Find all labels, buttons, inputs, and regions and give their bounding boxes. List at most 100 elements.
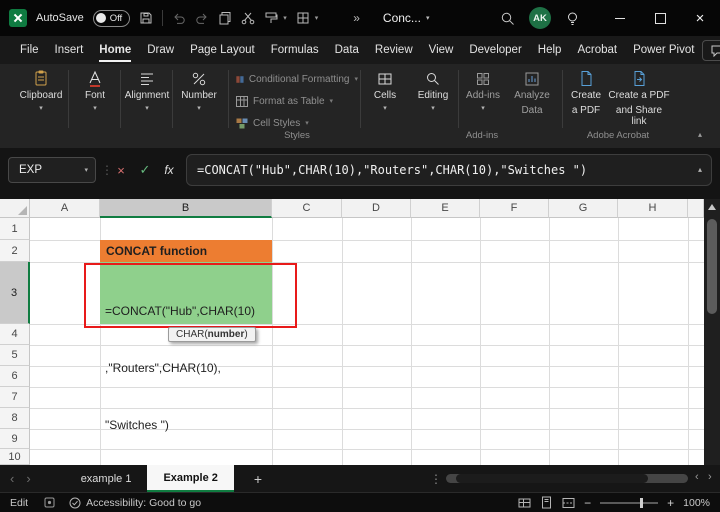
format-painter-icon[interactable] xyxy=(264,11,278,25)
row-header-4[interactable]: 4 xyxy=(0,324,30,345)
tab-power-pivot[interactable]: Power Pivot xyxy=(625,36,702,64)
column-header-g[interactable]: G xyxy=(549,199,618,218)
zoom-slider-handle[interactable] xyxy=(640,498,643,508)
row-header-9[interactable]: 9 xyxy=(0,429,30,449)
insert-function-button[interactable]: fx xyxy=(158,157,180,183)
scroll-up-button[interactable] xyxy=(704,199,720,215)
tab-insert[interactable]: Insert xyxy=(47,36,92,64)
column-header-e[interactable]: E xyxy=(411,199,480,218)
clipboard-group-button[interactable]: Clipboard ▾ xyxy=(18,69,64,113)
toolbar-overflow-icon[interactable]: » xyxy=(353,11,360,25)
horizontal-scrollbar-thumb[interactable] xyxy=(456,474,648,483)
create-pdf-share-button[interactable]: Create a PDF and Share link xyxy=(608,69,670,128)
column-header-f[interactable]: F xyxy=(480,199,549,218)
page-layout-view-icon[interactable] xyxy=(540,496,553,509)
zoom-level[interactable]: 100% xyxy=(683,497,710,509)
tab-developer[interactable]: Developer xyxy=(461,36,529,64)
row-header-6[interactable]: 6 xyxy=(0,366,30,387)
font-group-button[interactable]: Font ▾ xyxy=(72,69,118,113)
cut-icon[interactable] xyxy=(241,11,255,25)
select-all-button[interactable] xyxy=(0,199,30,218)
avatar[interactable]: AK xyxy=(529,7,551,29)
row-header-10[interactable]: 10 xyxy=(0,449,30,465)
tab-home[interactable]: Home xyxy=(91,36,139,64)
row-header-8[interactable]: 8 xyxy=(0,408,30,429)
column-header-partial[interactable] xyxy=(688,199,704,218)
conditional-formatting-button[interactable]: Conditional Formatting ▾ xyxy=(236,70,358,88)
formula-input[interactable]: =CONCAT("Hub",CHAR(10),"Routers",CHAR(10… xyxy=(186,154,712,186)
comments-button[interactable] xyxy=(702,40,720,61)
vertical-scrollbar-thumb[interactable] xyxy=(707,219,717,314)
tab-review[interactable]: Review xyxy=(367,36,421,64)
tab-formulas[interactable]: Formulas xyxy=(263,36,327,64)
close-button[interactable]: × xyxy=(680,0,720,36)
tab-draw[interactable]: Draw xyxy=(139,36,182,64)
row-header-5[interactable]: 5 xyxy=(0,345,30,366)
new-sheet-button[interactable]: + xyxy=(254,471,262,487)
analyze-data-button[interactable]: Analyze Data xyxy=(506,69,558,116)
idea-lightbulb-icon[interactable] xyxy=(565,11,580,26)
chevron-down-icon[interactable]: ▾ xyxy=(315,14,319,22)
column-header-a[interactable]: A xyxy=(30,199,100,218)
sheet-nav-left-icon[interactable]: ‹ xyxy=(10,471,14,486)
sheet-tab-example-2[interactable]: Example 2 xyxy=(147,465,233,492)
tab-page-layout[interactable]: Page Layout xyxy=(182,36,263,64)
cell-b3-editing[interactable]: =CONCAT("Hub",CHAR(10) ,"Routers",CHAR(1… xyxy=(100,262,272,324)
add-ins-button[interactable]: Add-ins ▾ xyxy=(460,69,506,113)
row-header-3[interactable]: 3 xyxy=(0,262,30,324)
sheet-tab-example-1[interactable]: example 1 xyxy=(65,465,148,492)
row-header-2[interactable]: 2 xyxy=(0,240,30,262)
vertical-scrollbar[interactable] xyxy=(704,199,720,465)
borders-icon[interactable] xyxy=(296,11,310,25)
collapse-ribbon-icon[interactable]: ▴ xyxy=(698,130,702,139)
tab-view[interactable]: View xyxy=(421,36,462,64)
scroll-right-button[interactable]: › xyxy=(708,471,712,483)
pdf-file-icon xyxy=(578,69,594,87)
editing-icon xyxy=(425,69,441,87)
sheet-nav-right-icon[interactable]: › xyxy=(26,471,30,486)
macro-record-icon[interactable] xyxy=(44,497,55,508)
tab-acrobat[interactable]: Acrobat xyxy=(569,36,625,64)
create-pdf-button[interactable]: Create a PDF xyxy=(564,69,608,116)
name-box[interactable]: EXP ▾ xyxy=(8,157,96,183)
cancel-entry-button[interactable]: × xyxy=(110,157,132,183)
cell-b3-line1: =CONCAT("Hub",CHAR(10) xyxy=(105,302,272,321)
accessibility-status[interactable]: Accessibility: Good to go xyxy=(69,497,201,509)
normal-view-icon[interactable] xyxy=(518,497,531,509)
tab-help[interactable]: Help xyxy=(530,36,570,64)
chevron-down-icon[interactable]: ▾ xyxy=(283,14,287,22)
cell-b2[interactable]: CONCAT function xyxy=(100,240,272,262)
minimize-button[interactable] xyxy=(600,0,640,36)
row-header-1[interactable]: 1 xyxy=(0,218,30,240)
search-icon[interactable] xyxy=(500,11,515,26)
zoom-in-icon[interactable]: + xyxy=(667,496,674,510)
number-group-button[interactable]: Number ▾ xyxy=(176,69,222,113)
column-header-d[interactable]: D xyxy=(342,199,411,218)
column-header-h[interactable]: H xyxy=(618,199,688,218)
gridline xyxy=(549,218,550,465)
redo-icon[interactable] xyxy=(195,12,209,25)
horizontal-scrollbar[interactable] xyxy=(446,474,688,483)
undo-icon[interactable] xyxy=(172,12,186,25)
format-as-table-button[interactable]: Format as Table ▾ xyxy=(236,92,358,110)
autosave-toggle[interactable]: Off xyxy=(93,10,131,27)
confirm-entry-button[interactable]: ✓ xyxy=(134,157,156,183)
document-title[interactable]: Conc... ▾ xyxy=(383,11,430,25)
page-break-view-icon[interactable] xyxy=(562,497,575,509)
zoom-slider[interactable] xyxy=(600,502,658,504)
save-icon[interactable] xyxy=(139,11,153,25)
row-header-7[interactable]: 7 xyxy=(0,387,30,408)
gridline xyxy=(618,218,619,465)
editing-group-button[interactable]: Editing ▾ xyxy=(410,69,456,113)
column-header-c[interactable]: C xyxy=(272,199,342,218)
zoom-out-icon[interactable]: − xyxy=(584,496,591,510)
column-header-b[interactable]: B xyxy=(100,199,272,218)
copy-icon[interactable] xyxy=(218,11,232,25)
tab-data[interactable]: Data xyxy=(327,36,367,64)
alignment-group-button[interactable]: Alignment ▾ xyxy=(124,69,170,113)
cells-group-button[interactable]: Cells ▾ xyxy=(362,69,408,113)
scroll-left-button[interactable]: ‹ xyxy=(695,471,699,483)
formula-bar-expand-icon[interactable]: ▴ xyxy=(698,165,702,174)
maximize-button[interactable] xyxy=(640,0,680,36)
tab-file[interactable]: File xyxy=(12,36,47,64)
